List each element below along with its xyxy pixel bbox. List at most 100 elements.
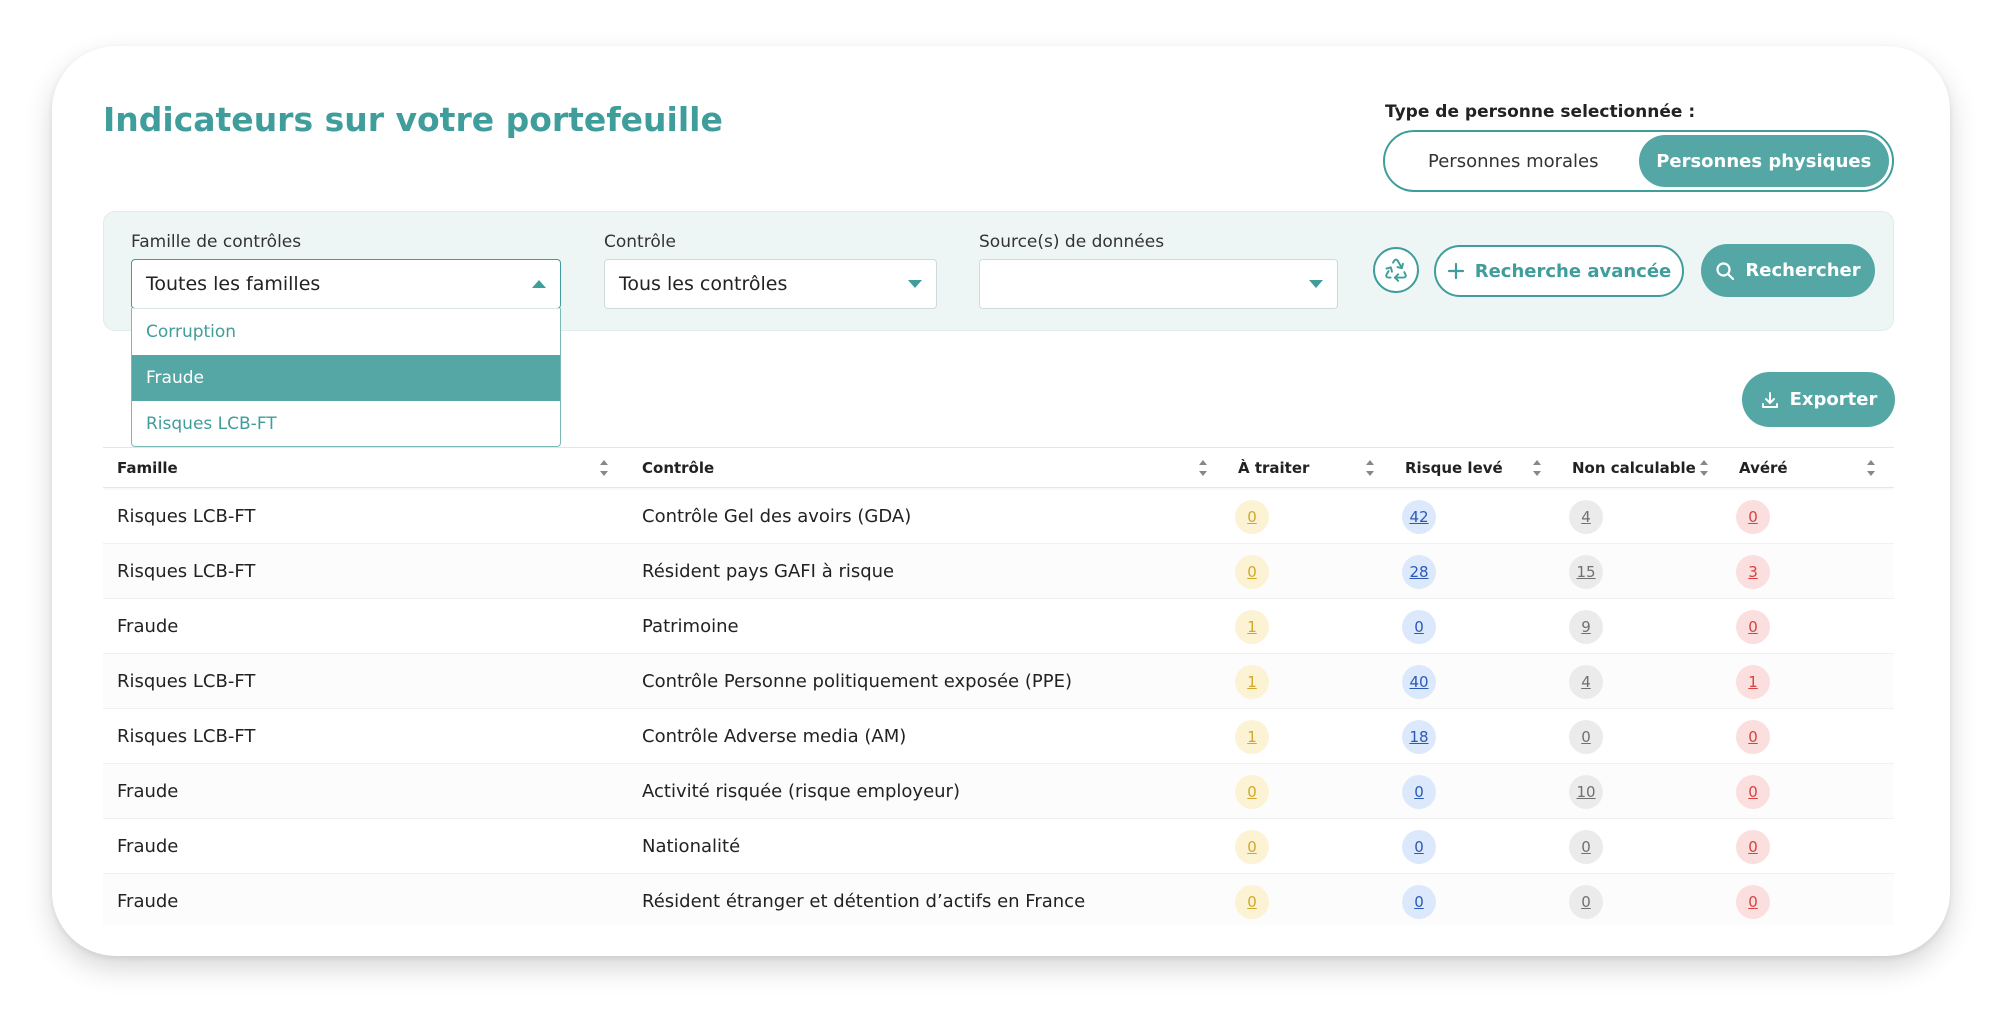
badge-risque-leve[interactable]: 0 [1402,885,1436,919]
column-header-risque-leve[interactable]: Risque levé [1405,448,1503,488]
search-button-label: Rechercher [1745,260,1861,281]
export-button-label: Exporter [1789,389,1878,410]
person-type-label: Type de personne selectionnée : [1385,102,1696,122]
badge-risque-leve[interactable]: 0 [1402,610,1436,644]
table-row: Fraude Activité risquée (risque employeu… [103,764,1894,819]
badge-a-traiter[interactable]: 0 [1235,830,1269,864]
table-row: Fraude Nationalité 0 0 0 0 [103,819,1894,874]
badge-a-traiter[interactable]: 0 [1235,775,1269,809]
family-filter-label: Famille de contrôles [131,232,302,252]
cell-controle: Patrimoine [642,616,739,637]
cell-famille: Fraude [117,836,179,857]
cell-controle: Nationalité [642,836,741,857]
control-select[interactable]: Tous les contrôles [604,259,937,309]
control-filter-label: Contrôle [604,232,676,252]
badge-non-calculable[interactable]: 0 [1569,830,1603,864]
source-filter-label: Source(s) de données [979,232,1165,252]
badge-a-traiter[interactable]: 0 [1235,555,1269,589]
cell-controle: Activité risquée (risque employeur) [642,781,960,802]
dropdown-item-corruption[interactable]: Corruption [132,309,560,355]
badge-avere[interactable]: 0 [1736,610,1770,644]
dropdown-item-fraude[interactable]: Fraude [132,355,560,401]
badge-avere[interactable]: 0 [1736,775,1770,809]
badge-risque-leve[interactable]: 0 [1402,775,1436,809]
sort-icon[interactable] [1532,460,1542,476]
sort-icon[interactable] [1198,460,1208,476]
chevron-down-icon [908,280,922,288]
badge-avere[interactable]: 0 [1736,830,1770,864]
cell-famille: Fraude [117,781,179,802]
advanced-search-label: Recherche avancée [1474,260,1672,282]
table-row: Fraude Résident étranger et détention d’… [103,874,1894,925]
family-select-value: Toutes les familles [146,273,321,295]
cell-famille: Fraude [117,616,179,637]
badge-a-traiter[interactable]: 1 [1235,665,1269,699]
badge-non-calculable[interactable]: 10 [1569,775,1603,809]
family-select[interactable]: Toutes les familles [131,259,561,309]
badge-avere[interactable]: 0 [1736,720,1770,754]
badge-avere[interactable]: 0 [1736,885,1770,919]
badge-non-calculable[interactable]: 15 [1569,555,1603,589]
search-icon [1716,261,1735,280]
control-select-value: Tous les contrôles [619,273,788,295]
cell-famille: Fraude [117,891,179,912]
dropdown-item-risques-lcb-ft[interactable]: Risques LCB-FT [132,401,560,447]
recycle-icon [1385,258,1407,282]
cell-controle: Résident étranger et détention d’actifs … [642,891,1086,912]
advanced-search-button[interactable]: Recherche avancée [1434,245,1684,297]
source-select[interactable] [979,259,1338,309]
badge-non-calculable[interactable]: 4 [1569,500,1603,534]
badge-a-traiter[interactable]: 1 [1235,610,1269,644]
column-header-a-traiter[interactable]: À traiter [1238,448,1309,488]
column-header-controle[interactable]: Contrôle [642,448,714,488]
badge-a-traiter[interactable]: 1 [1235,720,1269,754]
badge-a-traiter[interactable]: 0 [1235,500,1269,534]
chevron-down-icon [1309,280,1323,288]
sort-icon[interactable] [1699,460,1709,476]
cell-famille: Risques LCB-FT [117,726,256,747]
cell-famille: Risques LCB-FT [117,671,256,692]
badge-risque-leve[interactable]: 40 [1402,665,1436,699]
table-row: Fraude Patrimoine 1 0 9 0 [103,599,1894,654]
badge-risque-leve[interactable]: 18 [1402,720,1436,754]
toggle-personnes-physiques[interactable]: Personnes physiques [1638,135,1889,187]
badge-avere[interactable]: 3 [1736,555,1770,589]
search-button[interactable]: Rechercher [1701,244,1875,297]
badge-risque-leve[interactable]: 0 [1402,830,1436,864]
cell-controle: Contrôle Personne politiquement exposée … [642,671,1072,692]
badge-non-calculable[interactable]: 0 [1569,720,1603,754]
cell-controle: Résident pays GAFI à risque [642,561,895,582]
table-row: Risques LCB-FT Résident pays GAFI à risq… [103,544,1894,599]
badge-risque-leve[interactable]: 28 [1402,555,1436,589]
badge-risque-leve[interactable]: 42 [1402,500,1436,534]
badge-avere[interactable]: 0 [1736,500,1770,534]
download-icon [1761,391,1778,408]
cell-controle: Contrôle Adverse media (AM) [642,726,907,747]
badge-avere[interactable]: 1 [1736,665,1770,699]
column-header-famille[interactable]: Famille [117,448,178,488]
table-row: Risques LCB-FT Contrôle Gel des avoirs (… [103,489,1894,544]
table-row: Risques LCB-FT Contrôle Personne politiq… [103,654,1894,709]
badge-a-traiter[interactable]: 0 [1235,885,1269,919]
plus-icon [1447,262,1464,280]
column-header-avere[interactable]: Avéré [1739,448,1788,488]
sort-icon[interactable] [599,460,609,476]
badge-non-calculable[interactable]: 4 [1569,665,1603,699]
chevron-up-icon [532,280,546,288]
toggle-personnes-morales[interactable]: Personnes morales [1388,135,1639,187]
table-row: Risques LCB-FT Contrôle Adverse media (A… [103,709,1894,764]
sort-icon[interactable] [1866,460,1876,476]
badge-non-calculable[interactable]: 9 [1569,610,1603,644]
reset-filters-button[interactable] [1373,247,1419,293]
cell-controle: Contrôle Gel des avoirs (GDA) [642,506,912,527]
column-header-non-calculable[interactable]: Non calculable [1572,448,1696,488]
table-header: Famille Contrôle À traiter Risque levé N… [103,448,1894,488]
badge-non-calculable[interactable]: 0 [1569,885,1603,919]
family-dropdown-menu: Corruption Fraude Risques LCB-FT [131,308,561,447]
cell-famille: Risques LCB-FT [117,561,256,582]
indicators-table: Famille Contrôle À traiter Risque levé N… [103,447,1894,925]
page-title: Indicateurs sur votre portefeuille [103,100,723,139]
cell-famille: Risques LCB-FT [117,506,256,527]
sort-icon[interactable] [1365,460,1375,476]
export-button[interactable]: Exporter [1742,372,1895,427]
